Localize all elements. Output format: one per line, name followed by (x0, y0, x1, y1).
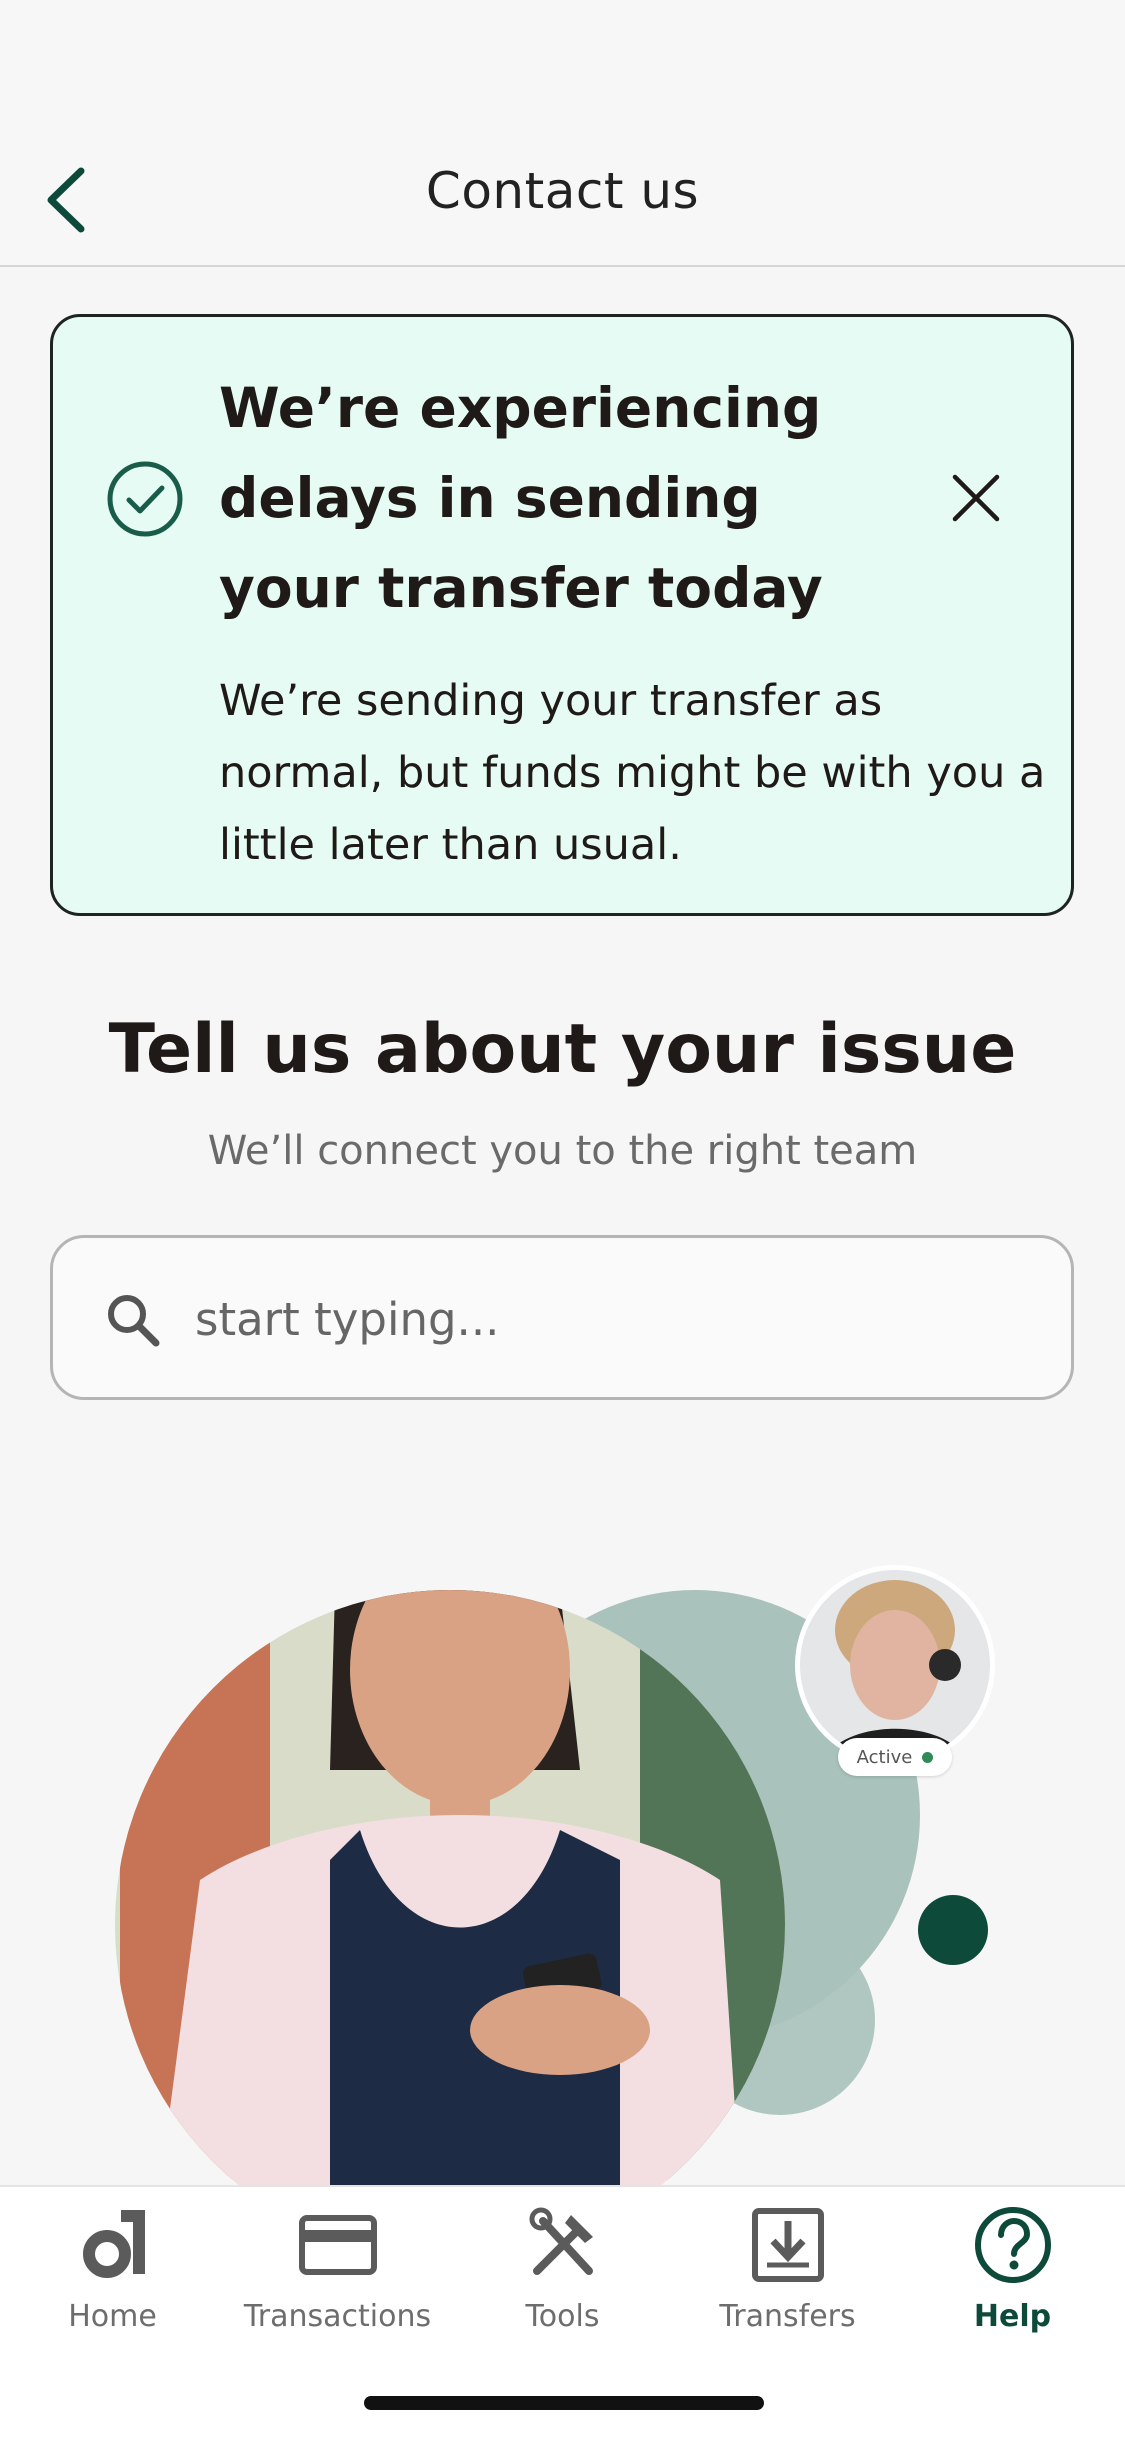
agent-status-badge: Active (838, 1738, 952, 1776)
download-tray-icon (751, 2208, 824, 2282)
close-icon (952, 474, 1000, 522)
active-dot-icon (922, 1751, 934, 1763)
search-icon (108, 1295, 160, 1347)
card-icon (298, 2215, 377, 2275)
tab-tools-label: Tools (525, 2299, 600, 2334)
banner-body: We’re sending your transfer as normal, b… (219, 676, 1046, 870)
status-bar (0, 0, 1125, 140)
tab-tools[interactable]: Tools (450, 2205, 675, 2355)
issue-search-box[interactable] (50, 1235, 1074, 1400)
tab-transfers[interactable]: Transfers (675, 2205, 900, 2355)
help-circle-icon (974, 2207, 1051, 2283)
tools-icon (529, 2207, 593, 2275)
agent-status-label: Active (856, 1746, 913, 1768)
delay-notice-banner: We’re experiencing delays in sending you… (50, 314, 1074, 916)
tab-home[interactable]: Home (0, 2205, 225, 2355)
home-logo-icon (82, 2210, 145, 2278)
check-circle-icon (107, 461, 183, 537)
search-input[interactable] (193, 1272, 1017, 1366)
banner-title: We’re experiencing delays in sending you… (219, 376, 823, 620)
issue-heading: Tell us about your issue (108, 1010, 1017, 1089)
tab-transactions-label: Transactions (243, 2299, 432, 2334)
home-indicator[interactable] (364, 2396, 764, 2410)
tab-transactions[interactable]: Transactions (225, 2205, 450, 2355)
tab-help[interactable]: Help (900, 2205, 1125, 2355)
banner-close-button[interactable] (941, 463, 1011, 533)
support-illustration (115, 1565, 995, 2185)
issue-subtitle: We’ll connect you to the right team (207, 1128, 918, 1174)
tab-transfers-label: Transfers (719, 2299, 856, 2334)
page-title: Contact us (425, 162, 700, 220)
tab-help-label: Help (973, 2299, 1052, 2334)
tab-home-label: Home (68, 2299, 157, 2334)
